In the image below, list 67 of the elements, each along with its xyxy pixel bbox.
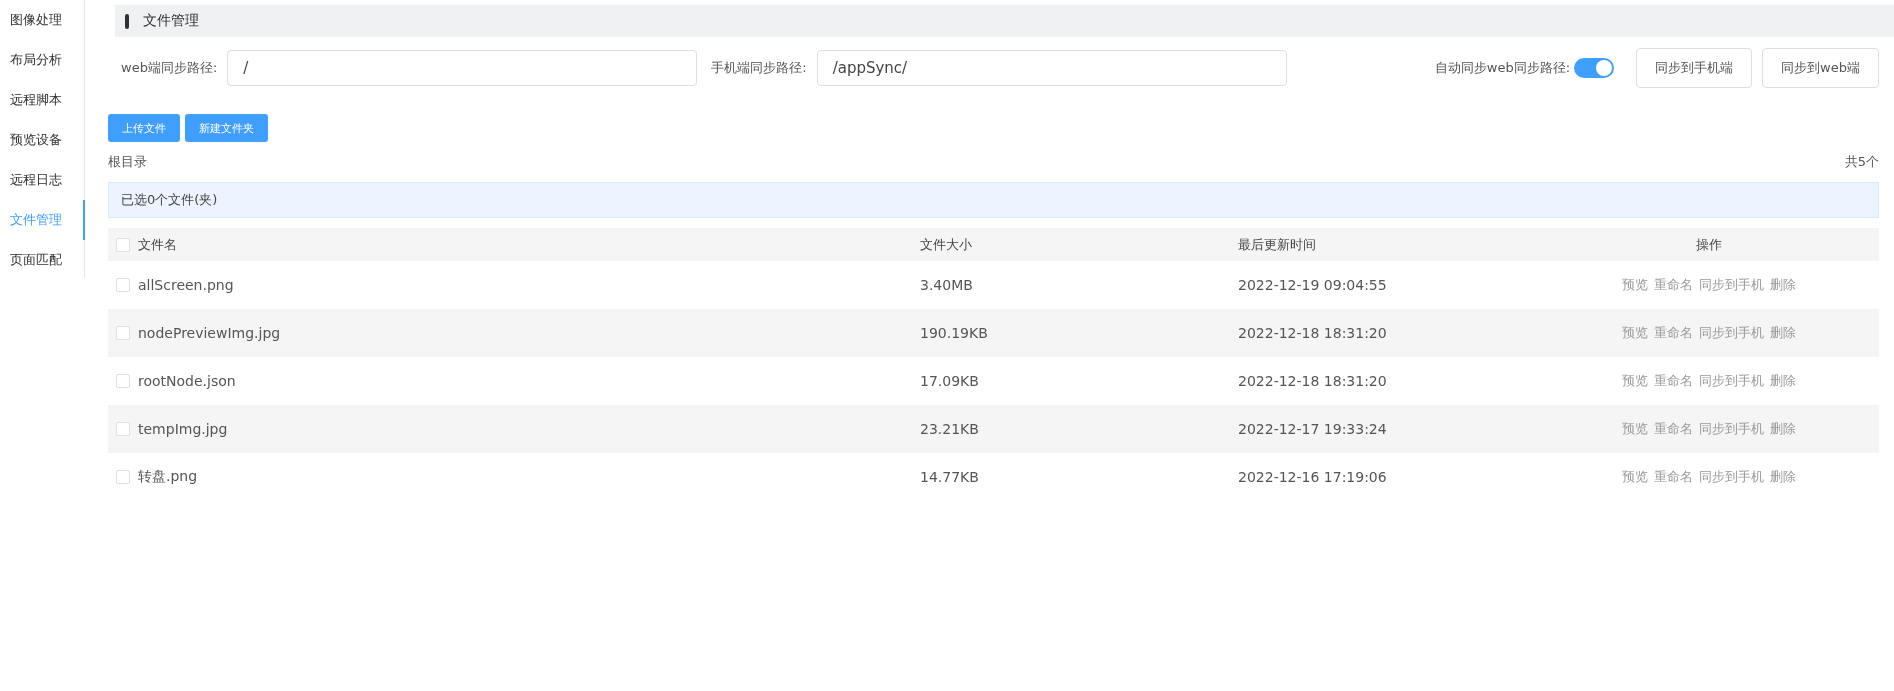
- row-action-link[interactable]: 重命名: [1653, 420, 1693, 438]
- row-action-link[interactable]: 同步到手机: [1698, 276, 1764, 294]
- update-time: 2022-12-16 17:19:06: [1238, 469, 1387, 485]
- path-field[interactable]: /: [227, 50, 698, 86]
- sidebar-item[interactable]: 预览设备: [0, 120, 84, 160]
- checkbox[interactable]: [116, 422, 130, 436]
- row-action-link[interactable]: 同步到手机: [1698, 324, 1764, 342]
- sidebar-item[interactable]: 页面匹配: [0, 240, 84, 280]
- column-header: 文件大小: [920, 235, 972, 254]
- row-action-link[interactable]: 预览: [1621, 372, 1648, 390]
- update-time: 2022-12-18 18:31:20: [1238, 373, 1387, 389]
- breadcrumb[interactable]: 根目录: [108, 153, 147, 171]
- file-name: 转盘.png: [138, 468, 198, 486]
- file-size: 3.40MB: [920, 277, 973, 293]
- field-label: web端同步路径:: [121, 59, 218, 77]
- row-action-link[interactable]: 预览: [1621, 276, 1648, 294]
- sidebar-item[interactable]: 文件管理: [0, 200, 85, 240]
- file-count: 共5个: [1844, 153, 1879, 171]
- row-action-link[interactable]: 重命名: [1653, 276, 1693, 294]
- row-action-link[interactable]: 删除: [1769, 372, 1796, 390]
- checkbox[interactable]: [116, 374, 130, 388]
- field-label: 手机端同步路径:: [711, 59, 807, 77]
- action-button[interactable]: 新建文件夹: [185, 114, 268, 142]
- toggle-label: 自动同步web同步路径:: [1434, 59, 1571, 77]
- action-button[interactable]: 上传文件: [108, 114, 180, 142]
- sync-button[interactable]: 同步到web端: [1762, 48, 1879, 88]
- path-field[interactable]: /appSync/: [816, 50, 1287, 86]
- row-action-link[interactable]: 删除: [1769, 468, 1796, 486]
- row-action-link[interactable]: 重命名: [1653, 372, 1693, 390]
- row-action-link[interactable]: 删除: [1769, 276, 1796, 294]
- row-action-link[interactable]: 预览: [1621, 420, 1648, 438]
- toggle-switch[interactable]: [1574, 58, 1615, 78]
- file-size: 14.77KB: [920, 469, 979, 485]
- checkbox[interactable]: [116, 237, 130, 252]
- row-action-link[interactable]: 删除: [1769, 324, 1796, 342]
- sidebar-item[interactable]: 远程日志: [0, 160, 84, 200]
- file-name: nodePreviewImg.jpg: [138, 325, 281, 341]
- row-action-link[interactable]: 预览: [1621, 324, 1648, 342]
- header-marker: [125, 13, 129, 29]
- checkbox[interactable]: [116, 470, 130, 484]
- file-size: 17.09KB: [920, 373, 979, 389]
- section-title: 文件管理: [143, 12, 199, 30]
- sidebar-item[interactable]: 布局分析: [0, 40, 84, 80]
- row-action-link[interactable]: 同步到手机: [1698, 420, 1764, 438]
- row-action-link[interactable]: 删除: [1769, 420, 1796, 438]
- row-action-link[interactable]: 同步到手机: [1698, 372, 1764, 390]
- file-size: 23.21KB: [920, 421, 979, 437]
- column-header: 最后更新时间: [1238, 235, 1316, 254]
- row-action-link[interactable]: 同步到手机: [1698, 468, 1764, 486]
- checkbox[interactable]: [116, 278, 130, 292]
- file-size: 190.19KB: [920, 325, 988, 341]
- checkbox[interactable]: [116, 326, 130, 340]
- sidebar-item[interactable]: 远程脚本: [0, 80, 84, 120]
- update-time: 2022-12-19 09:04:55: [1238, 277, 1387, 293]
- row-action-link[interactable]: 预览: [1621, 468, 1648, 486]
- sidebar-item[interactable]: 图像处理: [0, 0, 84, 40]
- file-name: allScreen.png: [138, 277, 234, 293]
- selection-info: 已选0个文件(夹): [108, 182, 1879, 218]
- row-action-link[interactable]: 重命名: [1653, 468, 1693, 486]
- update-time: 2022-12-17 19:33:24: [1238, 421, 1387, 437]
- sync-button[interactable]: 同步到手机端: [1636, 48, 1753, 88]
- update-time: 2022-12-18 18:31:20: [1238, 325, 1387, 341]
- column-header: 文件名: [138, 235, 177, 254]
- row-action-link[interactable]: 重命名: [1653, 324, 1693, 342]
- file-name: rootNode.json: [138, 373, 236, 389]
- column-header: 操作: [1695, 235, 1722, 254]
- file-name: tempImg.jpg: [138, 421, 228, 437]
